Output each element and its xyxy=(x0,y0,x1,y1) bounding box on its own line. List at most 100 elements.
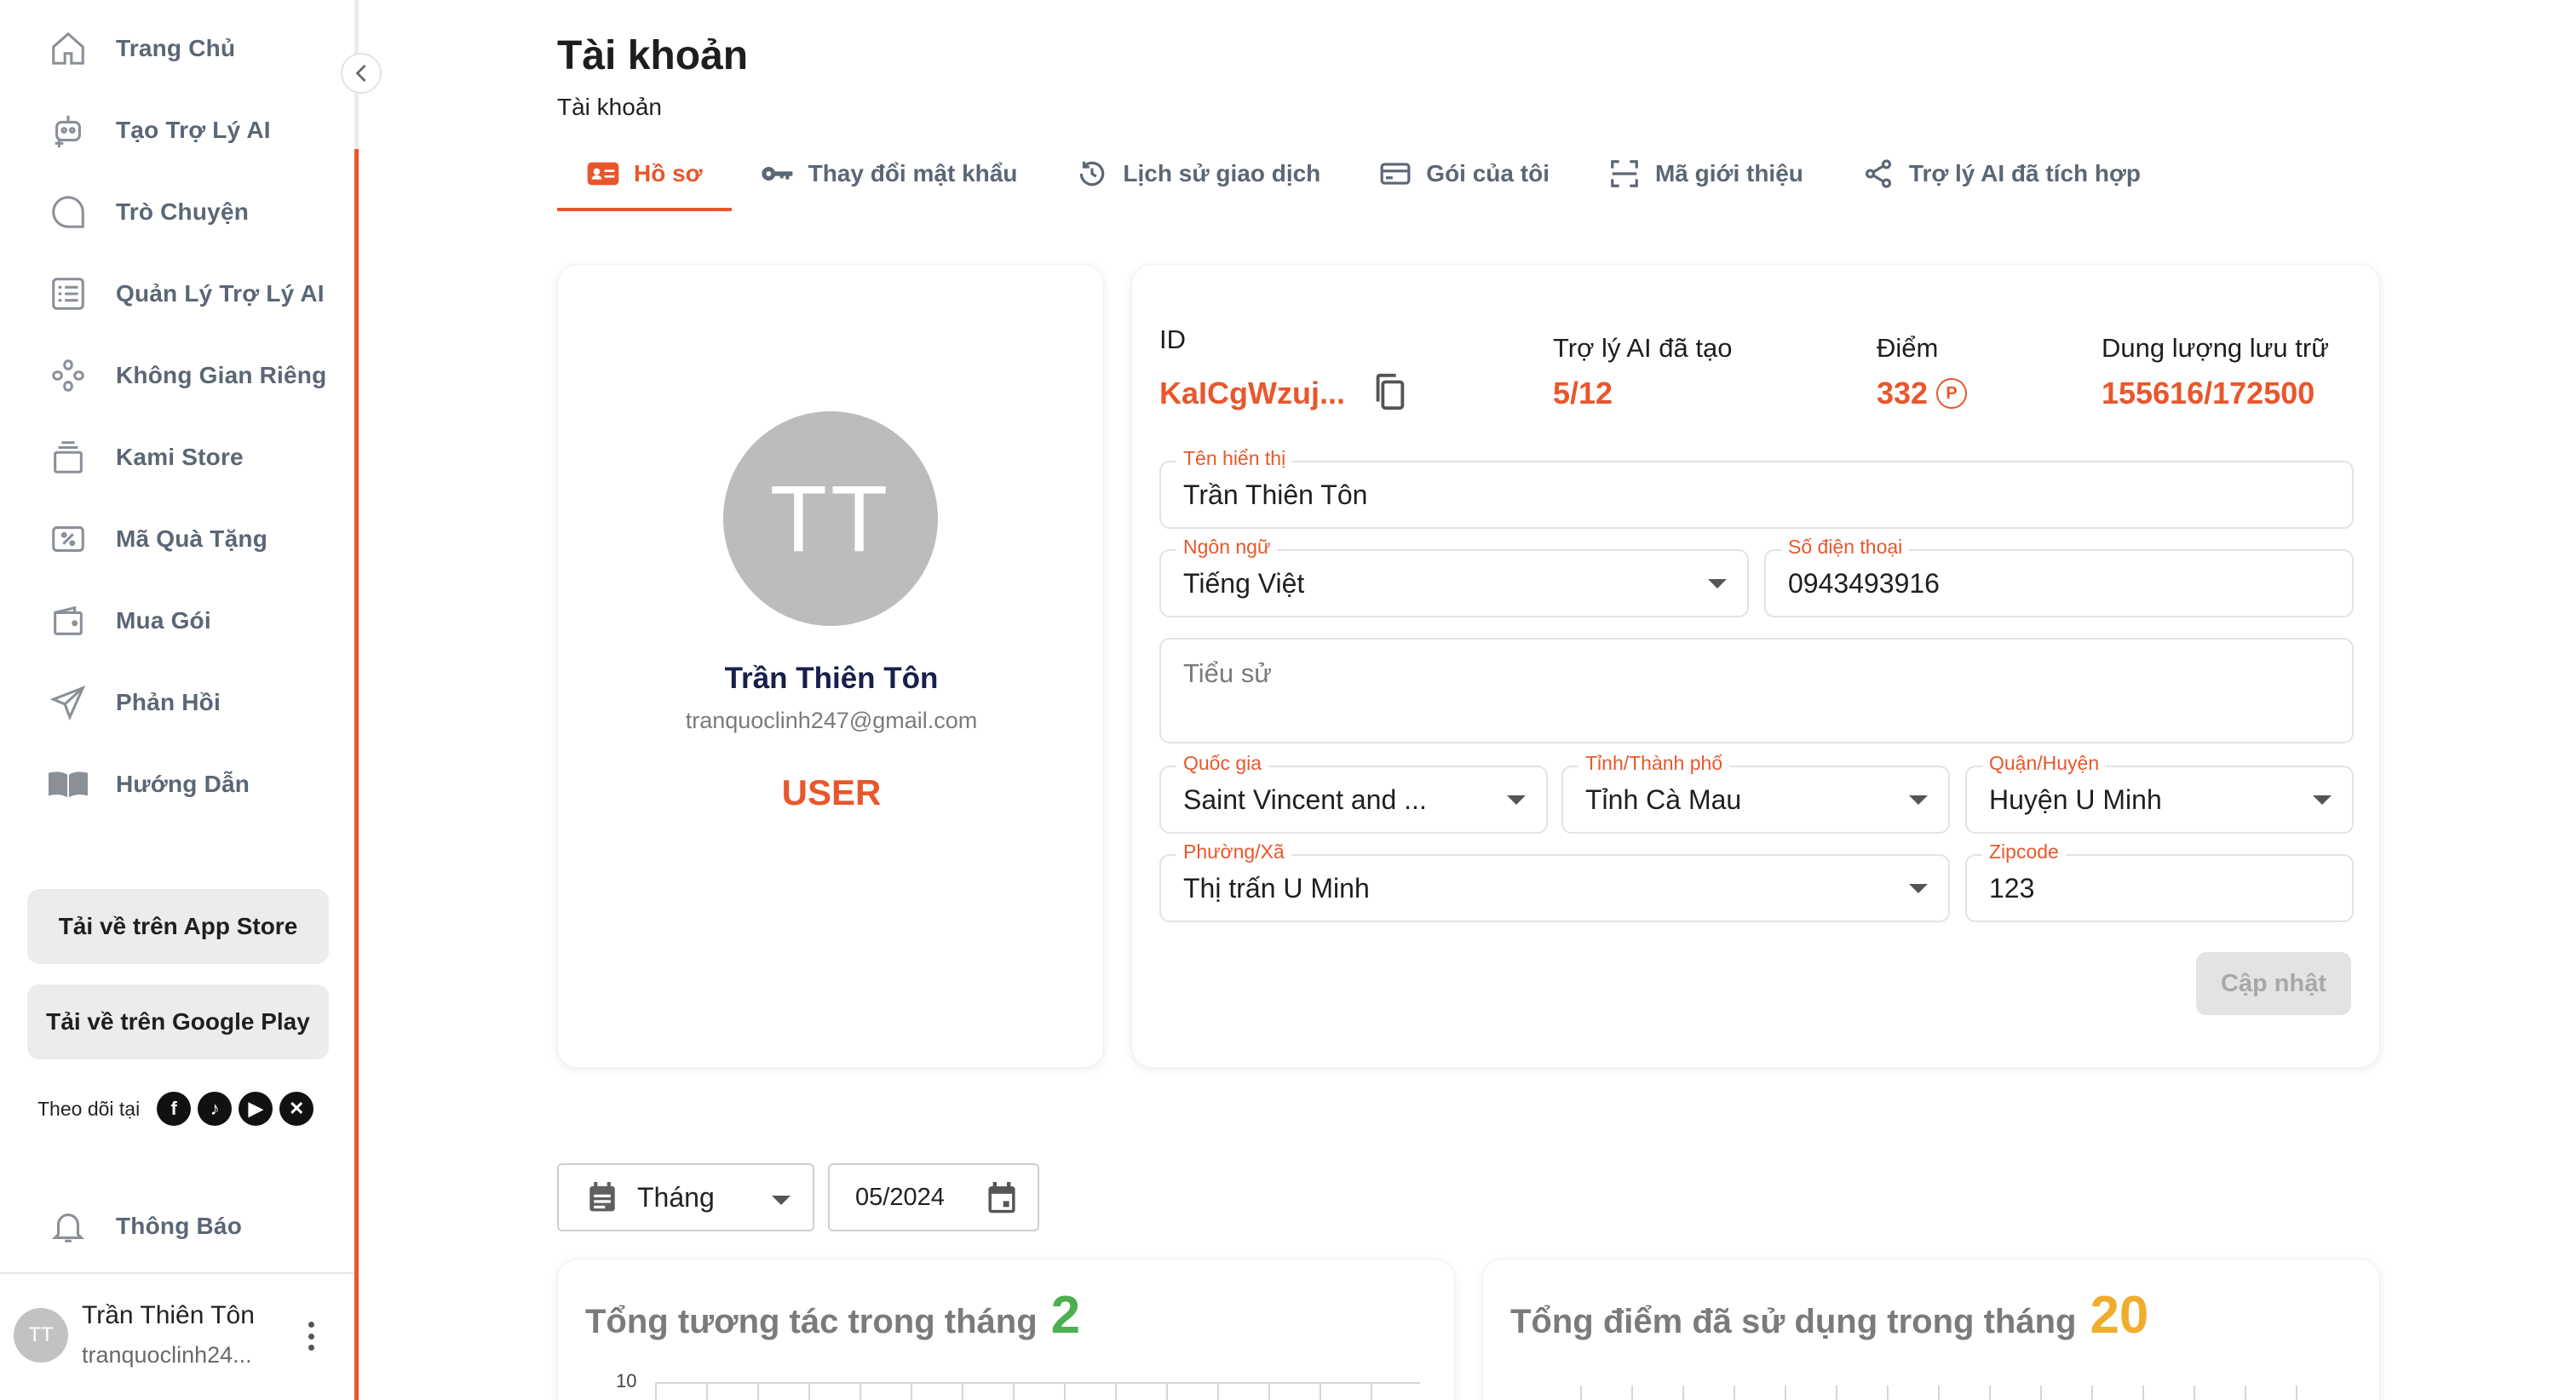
profile-email: tranquoclinh247@gmail.com xyxy=(685,708,978,733)
sidebar-item-gift-code[interactable]: Mã Quà Tặng xyxy=(34,505,341,573)
book-icon xyxy=(34,750,102,818)
sidebar-item-label: Không Gian Riêng xyxy=(116,362,327,388)
copy-icon[interactable] xyxy=(1372,372,1406,416)
profile-card-icon xyxy=(586,157,620,191)
share-icon xyxy=(1861,157,1895,191)
sidebar-scroll-indicator[interactable] xyxy=(354,149,359,1400)
id-value: KaICgWzuj... xyxy=(1159,376,1345,410)
sidebar-item-chat[interactable]: Trò Chuyện xyxy=(34,178,341,246)
field-value: 123 xyxy=(1989,872,2035,904)
home-icon xyxy=(34,14,102,83)
social-follow: Theo dõi tại f ♪ ▶ ✕ xyxy=(37,1092,320,1126)
storage-label: Dung lượng lưu trữ xyxy=(2102,333,2329,363)
period-value: Tháng xyxy=(637,1181,715,1213)
role-badge: USER xyxy=(781,772,882,812)
avatar[interactable]: TT xyxy=(14,1308,68,1363)
points-value: 332 xyxy=(1877,376,1929,410)
sidebar: Trang Chủ Tạo Trợ Lý AI Trò Chuyện Quản … xyxy=(0,0,359,1400)
language-select[interactable]: Ngôn ngữ Tiếng Việt xyxy=(1159,536,1749,617)
phone-field[interactable]: Số điện thoại 0943493916 xyxy=(1764,536,2354,617)
bio-field[interactable]: Tiểu sử xyxy=(1159,638,2354,743)
account-info-card: ID KaICgWzuj... Trợ lý AI đã tạo 5/12 Đi… xyxy=(1131,264,2380,1068)
update-button[interactable]: Cập nhật xyxy=(2196,952,2351,1015)
google-play-button[interactable]: Tải về trên Google Play xyxy=(27,984,329,1059)
chevron-left-icon xyxy=(355,65,366,82)
points-used-chart-card: Tổng điểm đã sử dụng trong tháng 20 xyxy=(1482,1259,2380,1400)
private-space-icon xyxy=(34,341,102,410)
profile-card: TT Trần Thiên Tôn tranquoclinh247@gmail.… xyxy=(557,264,1104,1068)
tab-integrated-ai[interactable]: Trợ lý AI đã tích hợp xyxy=(1832,136,2170,211)
sidebar-item-feedback[interactable]: Phản Hồi xyxy=(34,668,341,737)
collapse-sidebar-button[interactable] xyxy=(341,53,382,94)
sidebar-item-create-ai[interactable]: Tạo Trợ Lý AI xyxy=(34,96,341,164)
chart-total-value: 20 xyxy=(2090,1286,2149,1345)
sidebar-item-label: Tạo Trợ Lý AI xyxy=(116,117,271,143)
sidebar-item-label: Mã Quà Tặng xyxy=(116,525,267,552)
sidebar-item-buy-package[interactable]: Mua Gói xyxy=(34,587,341,655)
storage-value: 155616/172500 xyxy=(2102,376,2315,410)
dropdown-arrow-icon xyxy=(772,1196,791,1205)
dropdown-arrow-icon xyxy=(1507,795,1526,805)
chart-title: Tổng tương tác trong tháng 2 xyxy=(585,1285,1080,1345)
list-manage-icon xyxy=(34,260,102,328)
ward-select[interactable]: Phường/Xã Thị trấn U Minh xyxy=(1159,841,1950,922)
sidebar-item-manage-ai[interactable]: Quản Lý Trợ Lý AI xyxy=(34,260,341,328)
sidebar-item-label: Trang Chủ xyxy=(116,35,236,61)
tab-transaction-history[interactable]: Lịch sử giao dịch xyxy=(1046,136,1349,211)
bell-icon xyxy=(34,1192,102,1260)
sidebar-item-kami-store[interactable]: Kami Store xyxy=(34,423,341,491)
user-name: Trần Thiên Tôn xyxy=(82,1301,255,1329)
breadcrumb: Tài khoản xyxy=(557,94,662,120)
chart-title-text: Tổng tương tác trong tháng xyxy=(585,1303,1038,1340)
tab-label: Gói của tôi xyxy=(1426,160,1550,186)
month-picker[interactable]: 05/2024 xyxy=(828,1163,1039,1231)
more-options-icon[interactable] xyxy=(308,1322,315,1351)
field-value: Trần Thiên Tôn xyxy=(1183,479,1368,510)
field-value: Tiếng Việt xyxy=(1183,567,1305,599)
chat-bubble-icon xyxy=(34,178,102,246)
x-icon[interactable]: ✕ xyxy=(279,1092,314,1126)
dropdown-arrow-icon xyxy=(2313,795,2332,805)
zipcode-field[interactable]: Zipcode 123 xyxy=(1965,841,2354,922)
sidebar-item-guide[interactable]: Hướng Dẫn xyxy=(34,750,341,818)
sidebar-divider xyxy=(354,0,359,1400)
sidebar-item-notifications[interactable]: Thông Báo xyxy=(34,1192,341,1260)
gift-code-icon xyxy=(34,505,102,573)
sidebar-item-label: Mua Gói xyxy=(116,607,211,634)
sidebar-item-label: Hướng Dẫn xyxy=(116,771,250,797)
country-select[interactable]: Quốc gia Saint Vincent and ... xyxy=(1159,752,1548,834)
tab-profile[interactable]: Hồ sơ xyxy=(557,136,732,211)
field-value: 0943493916 xyxy=(1788,567,1940,599)
field-value: Saint Vincent and ... xyxy=(1183,783,1427,815)
interactions-chart-card: Tổng tương tác trong tháng 2 10 xyxy=(557,1259,1455,1400)
tab-my-package[interactable]: Gói của tôi xyxy=(1349,136,1578,211)
history-icon xyxy=(1075,157,1109,191)
sidebar-item-label: Trò Chuyện xyxy=(116,198,250,225)
facebook-icon[interactable]: f xyxy=(157,1092,192,1126)
field-value: Tỉnh Cà Mau xyxy=(1585,783,1742,815)
profile-avatar[interactable]: TT xyxy=(723,411,938,626)
app-store-button[interactable]: Tải về trên App Store xyxy=(27,889,329,964)
sidebar-item-private-space[interactable]: Không Gian Riêng xyxy=(34,341,341,410)
dropdown-arrow-icon xyxy=(1909,884,1928,893)
tiktok-icon[interactable]: ♪ xyxy=(198,1092,233,1126)
assistants-created-label: Trợ lý AI đã tạo xyxy=(1553,333,1733,363)
assistants-created-value: 5/12 xyxy=(1553,376,1613,410)
tab-referral-code[interactable]: Mã giới thiệu xyxy=(1578,136,1832,211)
district-select[interactable]: Quận/Huyện Huyện U Minh xyxy=(1965,752,2354,834)
youtube-icon[interactable]: ▶ xyxy=(239,1092,273,1126)
wallet-icon xyxy=(34,587,102,655)
chart-grid xyxy=(655,1382,1420,1400)
chart-title: Tổng điểm đã sử dụng trong tháng 20 xyxy=(1510,1285,2148,1345)
points-coin-icon: P xyxy=(1936,378,1968,409)
profile-name: Trần Thiên Tôn xyxy=(724,662,939,695)
display-name-field[interactable]: Tên hiển thị Trần Thiên Tôn xyxy=(1159,447,2354,529)
calendar-icon[interactable] xyxy=(986,1182,1017,1214)
sidebar-item-label: Phản Hồi xyxy=(116,689,221,715)
period-select[interactable]: Tháng xyxy=(557,1163,814,1231)
sidebar-item-home[interactable]: Trang Chủ xyxy=(34,14,341,83)
field-placeholder: Tiểu sử xyxy=(1183,658,1273,688)
tab-change-password[interactable]: Thay đổi mật khẩu xyxy=(732,136,1047,211)
province-select[interactable]: Tỉnh/Thành phố Tỉnh Cà Mau xyxy=(1561,752,1950,834)
tab-label: Lịch sử giao dịch xyxy=(1123,160,1321,186)
